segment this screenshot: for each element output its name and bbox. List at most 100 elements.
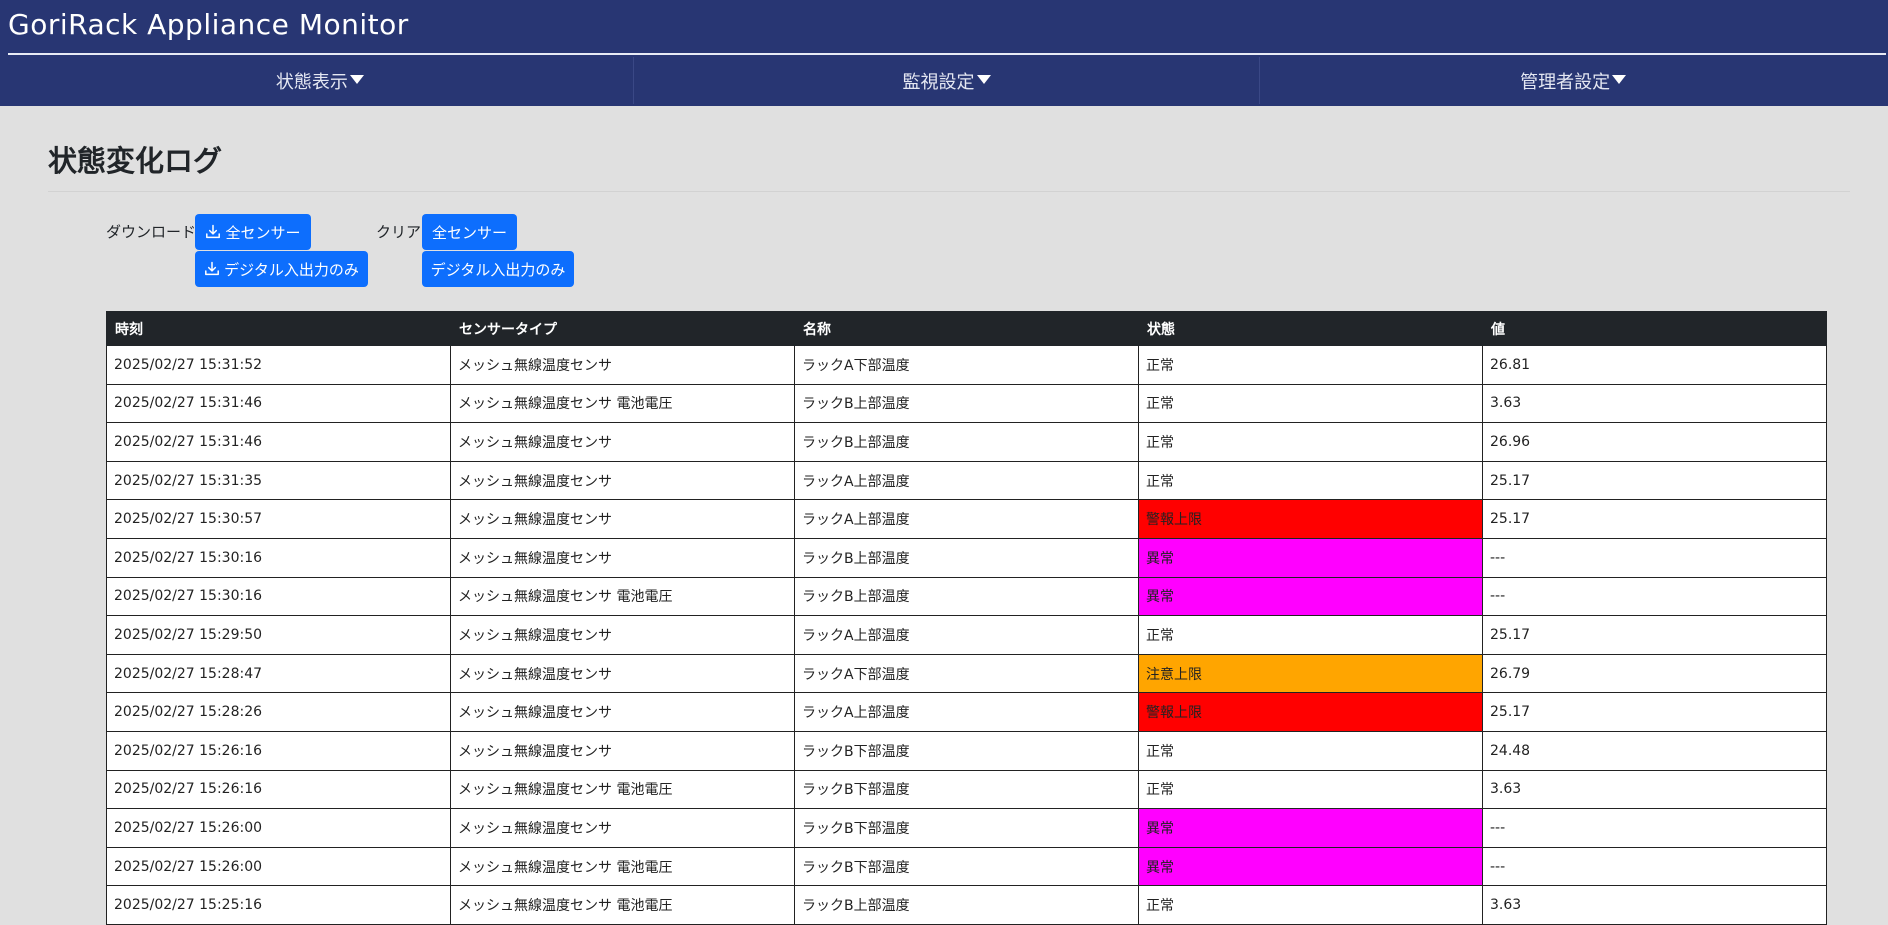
cell-name: ラックA下部温度	[794, 345, 1139, 385]
cell-name: ラックB下部温度	[794, 808, 1139, 848]
header-divider	[8, 53, 1886, 55]
cell-sensor-type: メッシュ無線温度センサ	[450, 615, 795, 655]
cell-time: 2025/02/27 15:29:50	[106, 615, 451, 655]
cell-time: 2025/02/27 15:31:46	[106, 383, 451, 424]
button-label: デジタル入出力のみ	[430, 260, 566, 279]
cell-name: ラックB下部温度	[794, 846, 1139, 887]
main-nav: 状態表示 監視設定 管理者設定	[7, 57, 1886, 104]
cell-sensor-type: メッシュ無線温度センサ 電池電圧	[450, 885, 795, 925]
status-cell: 警報上限	[1138, 499, 1483, 539]
status-cell: 警報上限	[1138, 692, 1483, 732]
status-change-log-table: 時刻 センサータイプ 名称 状態 値 2025/02/27 15:31:52 メッ…	[106, 311, 1827, 925]
column-header-status: 状態	[1138, 311, 1483, 346]
cell-name: ラックA上部温度	[794, 615, 1139, 655]
nav-monitor-settings[interactable]: 監視設定	[634, 57, 1261, 104]
cell-time: 2025/02/27 15:31:46	[106, 422, 451, 462]
status-cell: 正常	[1138, 769, 1483, 810]
cell-time: 2025/02/27 15:31:35	[106, 460, 451, 501]
download-icon	[205, 261, 220, 276]
cell-value: ---	[1482, 846, 1827, 887]
table-header-row: 時刻 センサータイプ 名称 状態 値	[106, 311, 1827, 346]
status-cell: 異常	[1138, 846, 1483, 887]
table-body: 2025/02/27 15:31:52 メッシュ無線温度センサ ラックA下部温度 正常…	[106, 345, 1827, 925]
cell-time: 2025/02/27 15:30:16	[106, 537, 451, 578]
caret-down-icon	[349, 75, 364, 84]
cell-time: 2025/02/27 15:30:16	[106, 576, 451, 617]
cell-time: 2025/02/27 15:31:52	[106, 345, 451, 385]
cell-sensor-type: メッシュ無線温度センサ	[450, 653, 795, 694]
cell-value: 3.63	[1482, 769, 1827, 810]
app-title: GoriRack Appliance Monitor	[8, 8, 409, 41]
nav-status-display[interactable]: 状態表示	[7, 57, 634, 104]
clear-all-sensors-button[interactable]: 全センサー	[422, 214, 517, 250]
nav-label: 監視設定	[902, 71, 975, 93]
download-digital-io-button[interactable]: デジタル入出力のみ	[195, 251, 368, 287]
column-header-time: 時刻	[106, 311, 451, 346]
status-cell: 異常	[1138, 808, 1483, 848]
cell-time: 2025/02/27 15:26:16	[106, 769, 451, 810]
table-row: 2025/02/27 15:31:46 メッシュ無線温度センサ ラックB上部温度 正常…	[106, 422, 1827, 462]
cell-time: 2025/02/27 15:26:16	[106, 730, 451, 771]
status-cell: 異常	[1138, 576, 1483, 617]
clear-digital-io-button[interactable]: デジタル入出力のみ	[422, 251, 574, 287]
table-row: 2025/02/27 15:28:26 メッシュ無線温度センサ ラックA上部温度 警報…	[106, 692, 1827, 732]
clear-label: クリア	[376, 223, 422, 241]
status-cell: 正常	[1138, 615, 1483, 655]
cell-name: ラックA上部温度	[794, 692, 1139, 732]
cell-time: 2025/02/27 15:26:00	[106, 846, 451, 887]
download-icon	[206, 224, 221, 239]
nav-label: 管理者設定	[1520, 71, 1611, 93]
cell-value: 3.63	[1482, 383, 1827, 424]
cell-sensor-type: メッシュ無線温度センサ	[450, 730, 795, 771]
cell-name: ラックB下部温度	[794, 769, 1139, 810]
cell-sensor-type: メッシュ無線温度センサ 電池電圧	[450, 846, 795, 887]
app-header: GoriRack Appliance Monitor 状態表示 監視設定 管理者…	[0, 0, 1888, 106]
cell-value: 24.48	[1482, 730, 1827, 771]
cell-time: 2025/02/27 15:28:47	[106, 653, 451, 694]
button-label: 全センサー	[225, 223, 301, 242]
button-label: 全センサー	[431, 223, 507, 242]
cell-name: ラックB上部温度	[794, 383, 1139, 424]
cell-name: ラックB上部温度	[794, 537, 1139, 578]
cell-value: 26.81	[1482, 345, 1827, 385]
cell-value: 25.17	[1482, 460, 1827, 501]
cell-value: 26.96	[1482, 422, 1827, 462]
cell-sensor-type: メッシュ無線温度センサ	[450, 499, 795, 539]
cell-name: ラックB上部温度	[794, 576, 1139, 617]
nav-admin-settings[interactable]: 管理者設定	[1260, 57, 1886, 104]
cell-sensor-type: メッシュ無線温度センサ 電池電圧	[450, 383, 795, 424]
cell-name: ラックA下部温度	[794, 653, 1139, 694]
title-divider	[48, 191, 1850, 192]
download-all-sensors-button[interactable]: 全センサー	[195, 214, 311, 250]
cell-name: ラックB下部温度	[794, 730, 1139, 771]
table-row: 2025/02/27 15:30:16 メッシュ無線温度センサ ラックB上部温度 異常…	[106, 537, 1827, 578]
cell-value: ---	[1482, 808, 1827, 848]
table-row: 2025/02/27 15:31:35 メッシュ無線温度センサ ラックA上部温度 正常…	[106, 460, 1827, 501]
cell-value: 3.63	[1482, 885, 1827, 925]
download-label: ダウンロード	[106, 223, 197, 241]
status-cell: 正常	[1138, 345, 1483, 385]
table-row: 2025/02/27 15:26:00 メッシュ無線温度センサ 電池電圧 ラックB下…	[106, 846, 1827, 887]
table-row: 2025/02/27 15:31:52 メッシュ無線温度センサ ラックA下部温度 正常…	[106, 345, 1827, 385]
status-cell: 注意上限	[1138, 653, 1483, 694]
table-row: 2025/02/27 15:30:57 メッシュ無線温度センサ ラックA上部温度 警報…	[106, 499, 1827, 539]
table-row: 2025/02/27 15:30:16 メッシュ無線温度センサ 電池電圧 ラックB上…	[106, 576, 1827, 617]
status-cell: 正常	[1138, 885, 1483, 925]
column-header-value: 値	[1482, 311, 1827, 346]
cell-value: 25.17	[1482, 615, 1827, 655]
cell-sensor-type: メッシュ無線温度センサ	[450, 422, 795, 462]
table-row: 2025/02/27 15:26:16 メッシュ無線温度センサ 電池電圧 ラックB下…	[106, 769, 1827, 810]
cell-time: 2025/02/27 15:28:26	[106, 692, 451, 732]
column-header-name: 名称	[794, 311, 1139, 346]
caret-down-icon	[976, 75, 991, 84]
table-row: 2025/02/27 15:29:50 メッシュ無線温度センサ ラックA上部温度 正常…	[106, 615, 1827, 655]
cell-value: 25.17	[1482, 499, 1827, 539]
table-row: 2025/02/27 15:25:16 メッシュ無線温度センサ 電池電圧 ラックB上…	[106, 885, 1827, 925]
cell-sensor-type: メッシュ無線温度センサ 電池電圧	[450, 769, 795, 810]
cell-time: 2025/02/27 15:26:00	[106, 808, 451, 848]
status-cell: 正常	[1138, 383, 1483, 424]
cell-name: ラックA上部温度	[794, 499, 1139, 539]
cell-sensor-type: メッシュ無線温度センサ	[450, 460, 795, 501]
cell-value: 25.17	[1482, 692, 1827, 732]
cell-value: ---	[1482, 537, 1827, 578]
